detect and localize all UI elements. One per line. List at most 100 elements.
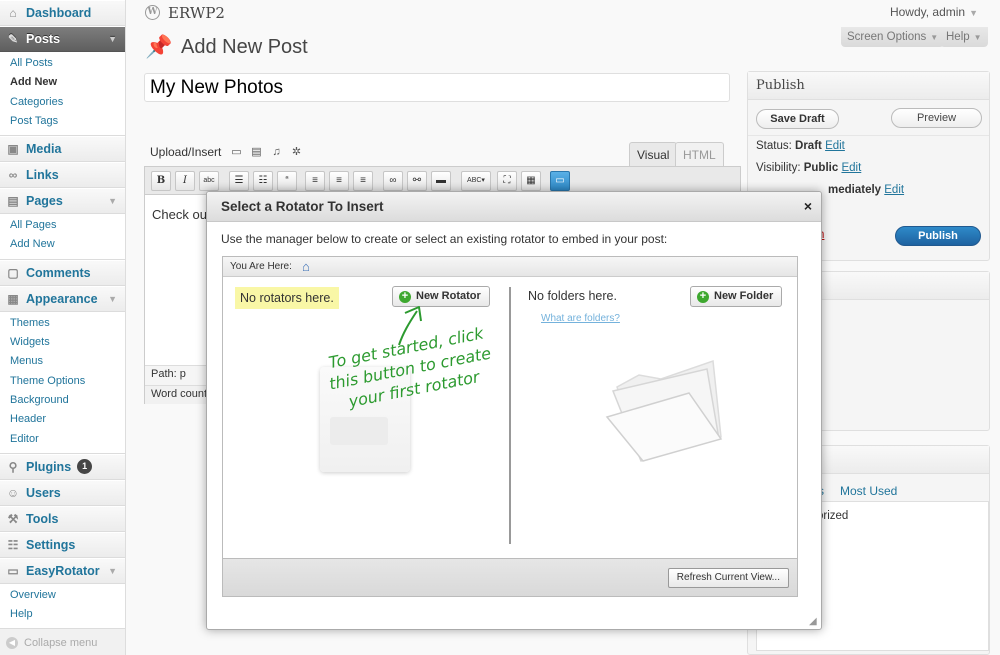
menu-pages[interactable]: ▤ Pages ▼ xyxy=(0,188,125,215)
kitchen-sink-icon[interactable]: ▦ xyxy=(521,171,541,191)
screen-options-button[interactable]: Screen Options ▼ xyxy=(841,27,945,47)
menu-media[interactable]: ▣ Media xyxy=(0,136,125,163)
submenu-post-tags[interactable]: Post Tags xyxy=(0,112,125,131)
edit-visibility-link[interactable]: Edit xyxy=(841,162,861,174)
folder-icon xyxy=(605,359,723,462)
divider xyxy=(748,135,989,136)
add-media-icon[interactable]: ✲ xyxy=(290,146,303,159)
link-icon: ∞ xyxy=(8,168,18,183)
chevron-down-icon: ▼ xyxy=(108,196,117,207)
submenu-add-new-page[interactable]: Add New xyxy=(0,235,125,254)
submenu-categories[interactable]: Categories xyxy=(0,93,125,112)
help-button[interactable]: Help ▼ xyxy=(940,27,988,47)
site-header: W ERWP2 Howdy, admin ▼ xyxy=(140,0,990,28)
plus-icon: + xyxy=(697,290,709,303)
italic-icon[interactable]: I xyxy=(175,171,195,191)
page-icon: ▤ xyxy=(7,194,19,209)
align-center-icon[interactable]: ≡ xyxy=(329,171,349,191)
bullet-list-icon[interactable]: ☰ xyxy=(229,171,249,191)
save-draft-button[interactable]: Save Draft xyxy=(756,109,839,129)
submenu-editor[interactable]: Editor xyxy=(0,430,125,449)
add-video-icon[interactable]: ▤ xyxy=(250,146,263,159)
submenu-theme-options[interactable]: Theme Options xyxy=(0,372,125,391)
submenu-menus[interactable]: Menus xyxy=(0,352,125,371)
more-tag-icon[interactable]: ▬ xyxy=(431,171,451,191)
align-left-icon[interactable]: ≡ xyxy=(305,171,325,191)
dialog-title: Select a Rotator To Insert xyxy=(221,199,384,214)
submenu-overview[interactable]: Overview xyxy=(0,586,125,605)
publish-button[interactable]: Publish xyxy=(895,226,981,246)
spellcheck-icon[interactable]: ABC▾ xyxy=(461,171,491,191)
home-icon[interactable]: ⌂ xyxy=(302,260,316,273)
tab-html[interactable]: HTML xyxy=(675,142,724,166)
submenu-widgets[interactable]: Widgets xyxy=(0,333,125,352)
fullscreen-icon[interactable]: ⛶ xyxy=(497,171,517,191)
menu-posts[interactable]: ✎ Posts ▼ xyxy=(0,26,125,52)
unlink-icon[interactable]: ⚯ xyxy=(407,171,427,191)
menu-links[interactable]: ∞ Links xyxy=(0,162,125,189)
comment-icon: ▢ xyxy=(7,265,19,280)
dashboard-icon: ⌂ xyxy=(9,6,17,20)
insert-rotator-icon[interactable]: ▭ xyxy=(550,171,570,191)
pages-submenu: All Pages Add New xyxy=(0,214,125,260)
publish-schedule: mediately Edit xyxy=(828,184,905,196)
users-icon: ☺ xyxy=(6,485,20,500)
submenu-themes[interactable]: Themes xyxy=(0,314,125,333)
insert-link-icon[interactable]: ∞ xyxy=(383,171,403,191)
submenu-all-posts[interactable]: All Posts xyxy=(0,54,125,73)
close-icon[interactable]: × xyxy=(804,198,812,214)
wordpress-logo-icon: W xyxy=(145,5,160,20)
upload-insert-label: Upload/Insert xyxy=(150,145,222,159)
tab-visual[interactable]: Visual xyxy=(629,142,678,166)
submenu-help[interactable]: Help xyxy=(0,605,125,624)
add-image-icon[interactable]: ▭ xyxy=(230,146,243,159)
chevron-down-icon: ▼ xyxy=(108,293,117,304)
menu-users[interactable]: ☺ Users xyxy=(0,479,125,506)
menu-easyrotator[interactable]: ▭ EasyRotator ▼ xyxy=(0,557,125,584)
posts-submenu: All Posts Add New Categories Post Tags xyxy=(0,52,125,137)
submenu-add-new-post[interactable]: Add New xyxy=(0,73,125,92)
edit-status-link[interactable]: Edit xyxy=(825,140,845,152)
chevron-down-icon: ▼ xyxy=(108,565,117,576)
what-are-folders-link[interactable]: What are folders? xyxy=(541,313,620,324)
submenu-all-pages[interactable]: All Pages xyxy=(0,216,125,235)
chevron-down-icon: ▼ xyxy=(930,33,939,42)
manager-footer: Refresh Current View... xyxy=(223,558,797,596)
tab-most-used[interactable]: Most Used xyxy=(840,484,897,498)
menu-appearance[interactable]: ▦ Appearance ▼ xyxy=(0,285,125,312)
submenu-background[interactable]: Background xyxy=(0,391,125,410)
resize-grip-icon[interactable]: ◢ xyxy=(809,617,819,627)
edit-schedule-link[interactable]: Edit xyxy=(884,184,904,196)
collapse-menu-button[interactable]: ◀ Collapse menu xyxy=(0,629,125,655)
submenu-header[interactable]: Header xyxy=(0,410,125,429)
appearance-icon: ▦ xyxy=(7,291,19,306)
chevron-down-icon: ▼ xyxy=(969,8,978,18)
appearance-submenu: Themes Widgets Menus Theme Options Backg… xyxy=(0,311,125,454)
collapse-arrow-icon: ◀ xyxy=(6,637,18,650)
menu-tools[interactable]: ⚒ Tools xyxy=(0,505,125,532)
new-folder-button[interactable]: + New Folder xyxy=(690,286,783,307)
easyrotator-icon: ▭ xyxy=(7,563,19,578)
site-name[interactable]: ERWP2 xyxy=(168,4,225,22)
dialog-description: Use the manager below to create or selec… xyxy=(221,232,668,246)
placeholder-inner xyxy=(330,417,388,445)
user-greeting[interactable]: Howdy, admin ▼ xyxy=(890,5,978,19)
media-icon: ▣ xyxy=(7,142,19,157)
bold-icon[interactable]: B xyxy=(151,171,171,191)
rotator-insert-dialog: Select a Rotator To Insert × Use the man… xyxy=(206,191,822,630)
menu-plugins[interactable]: ⚲ Plugins 1 xyxy=(0,453,125,480)
blockquote-icon[interactable]: “ xyxy=(277,171,297,191)
strikethrough-icon[interactable]: abc xyxy=(199,171,219,191)
post-visibility: Visibility: Public Edit xyxy=(756,162,862,174)
menu-comments[interactable]: ▢ Comments xyxy=(0,259,125,286)
post-title-input[interactable]: My New Photos xyxy=(144,73,730,102)
preview-button[interactable]: Preview xyxy=(891,108,982,128)
align-right-icon[interactable]: ≡ xyxy=(353,171,373,191)
menu-settings[interactable]: ☷ Settings xyxy=(0,531,125,558)
publish-box-title: Publish xyxy=(748,72,989,100)
menu-dashboard[interactable]: ⌂ Dashboard xyxy=(0,0,125,26)
editor-content[interactable]: Check ou xyxy=(152,207,207,222)
add-audio-icon[interactable]: ♫ xyxy=(270,146,283,159)
numbered-list-icon[interactable]: ☷ xyxy=(253,171,273,191)
refresh-view-button[interactable]: Refresh Current View... xyxy=(667,568,789,588)
